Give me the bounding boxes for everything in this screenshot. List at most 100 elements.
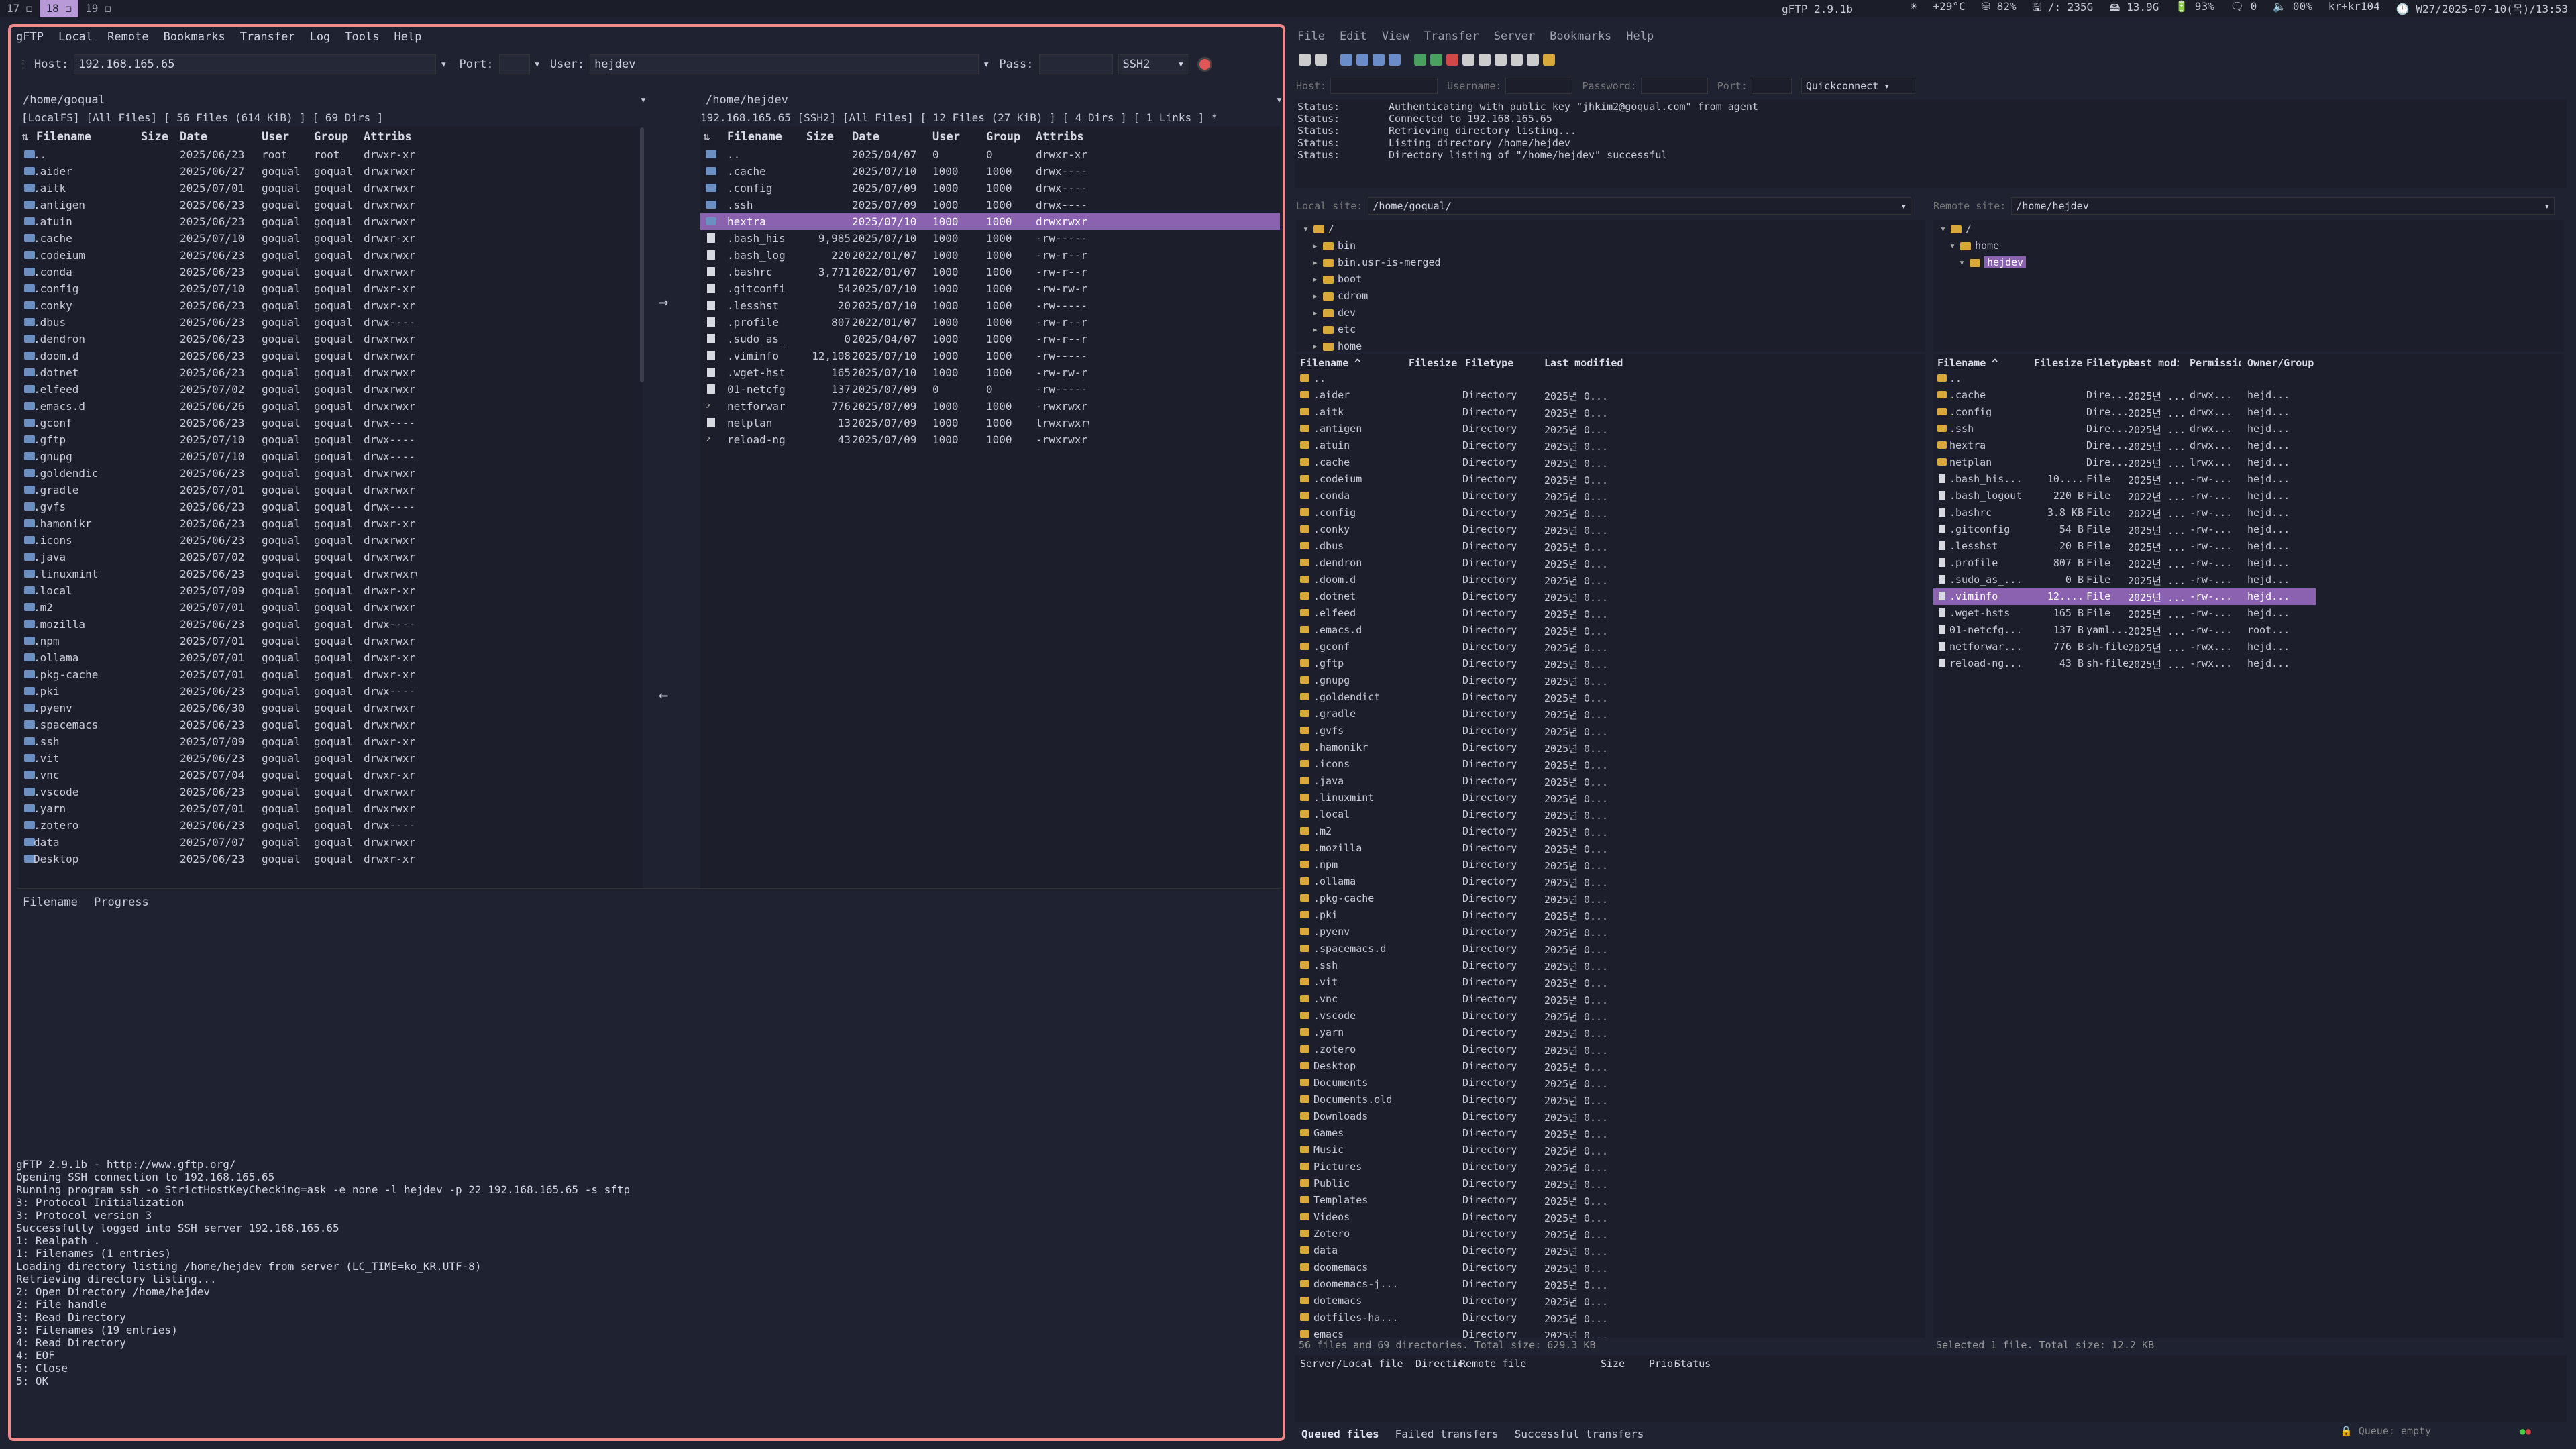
file-row[interactable]: .gftp 2025/07/10 goqual goqual drwx------ [19, 431, 636, 448]
file-row[interactable]: .vit 2025/06/23 goqual goqual drwxrwxr-x [19, 750, 636, 767]
port-dropdown-icon[interactable]: ▾ [534, 58, 541, 71]
tree-node[interactable]: ▾ home [1949, 239, 2352, 256]
file-row[interactable]: 01-netcfg... 137 Byaml... 2025년 ... -rw-...… [1933, 622, 2316, 639]
menu-help[interactable]: Help [394, 30, 421, 44]
local-file-table[interactable]: Filename ^ Filesize Filetype Last modified.… [1296, 354, 1925, 1338]
file-row[interactable]: .pyenv 2025/06/30 goqual goqual drwxrwxr-x [19, 700, 636, 716]
file-row[interactable]: .. [1933, 370, 2316, 387]
file-row[interactable]: .sudo_as_ 02025/04/07 1000 1000 -rw-r--r-- [700, 331, 1280, 347]
process-queue-icon[interactable] [1430, 54, 1442, 66]
file-row[interactable]: .vit Directory 2025년 0... [1296, 974, 1925, 991]
menu-transfer[interactable]: Transfer [240, 30, 295, 44]
file-row[interactable]: Videos Directory 2025년 0... [1296, 1209, 1925, 1226]
qc-host-input[interactable] [1330, 78, 1438, 94]
menu-file[interactable]: File [1297, 30, 1325, 43]
toggle-remote-tree-icon[interactable] [1373, 54, 1385, 66]
file-row[interactable]: .codeium 2025/06/23 goqual goqual drwxrwxr-x [19, 247, 636, 264]
tree-node[interactable]: ▸ bin [1312, 239, 1715, 256]
file-row[interactable]: .pki Directory 2025년 0... [1296, 907, 1925, 924]
tree-node[interactable]: ▾ / [1940, 223, 2343, 239]
col-header-filename[interactable]: Filename [36, 130, 91, 144]
message-log[interactable]: Status: Authenticating with public key "j… [1295, 99, 2567, 188]
remote-site-combo[interactable]: /home/hejdev ▾ [2011, 197, 2555, 215]
file-row[interactable]: .pkg-cache Directory 2025년 0... [1296, 890, 1925, 907]
file-row[interactable]: doomemacs-j... Directory 2025년 0... [1296, 1276, 1925, 1293]
protocol-select[interactable]: SSH2 ▾ [1118, 54, 1189, 74]
file-row[interactable]: hextra 2025/07/10 1000 1000 drwxrwxr-x [700, 213, 1280, 230]
file-row[interactable]: .zotero Directory 2025년 0... [1296, 1041, 1925, 1058]
expander-icon[interactable]: ▸ [1312, 340, 1323, 352]
file-row[interactable]: .lesshst 20 B File 2025년 ... -rw-... hejd... [1933, 538, 2316, 555]
col-header-size[interactable]: Size [806, 130, 834, 144]
file-row[interactable]: .bash_log 2202022/01/07 1000 1000 -rw-r--r-- [700, 247, 1280, 264]
host-dropdown-icon[interactable]: ▾ [440, 58, 447, 71]
file-row[interactable]: .dotnet 2025/06/23 goqual goqual drwxrwxr-x [19, 364, 636, 381]
file-row[interactable]: .hamonikr 2025/06/23 goqual goqual drwxr-xr-… [19, 515, 636, 532]
transfer-list[interactable]: Filename Progress [17, 888, 1280, 1136]
file-row[interactable]: .ssh Directory 2025년 0... [1296, 957, 1925, 974]
refresh-icon[interactable] [1414, 54, 1426, 66]
queue-col-header[interactable]: Remote file [1460, 1358, 1594, 1370]
queue-col-header[interactable]: Priority [1649, 1358, 1676, 1370]
file-row[interactable]: .local 2025/07/09 goqual goqual drwxr-xr-x [19, 582, 636, 599]
file-row[interactable]: .gftp Directory 2025년 0... [1296, 655, 1925, 672]
file-row[interactable]: .dbus Directory 2025년 0... [1296, 538, 1925, 555]
file-row[interactable]: Downloads Directory 2025년 0... [1296, 1108, 1925, 1125]
file-row[interactable]: .profile 8072022/01/07 1000 1000 -rw-r--r-- [700, 314, 1280, 331]
remote-file-table[interactable]: Filename ^FilesizeFiletypeLast modifiedP… [1933, 354, 2564, 1338]
file-row[interactable]: Documents.old Directory 2025년 0... [1296, 1091, 1925, 1108]
transfer-col-progress[interactable]: Progress [94, 896, 149, 909]
file-row[interactable]: .config 2025/07/09 1000 1000 drwx------ [700, 180, 1280, 197]
remote-file-list[interactable]: ⇅ Filename Size Date User Group Attribs.. 2025/… [700, 126, 1280, 892]
file-row[interactable]: .dendron Directory 2025년 0... [1296, 555, 1925, 572]
file-row[interactable]: .wget-hst 1652025/07/10 1000 1000 -rw-rw-r-- [700, 364, 1280, 381]
file-row[interactable]: .icons Directory 2025년 0... [1296, 756, 1925, 773]
file-row[interactable]: netplan 132025/07/09 1000 1000 lrwxrwxrwx [700, 415, 1280, 431]
file-row[interactable]: Zotero Directory 2025년 0... [1296, 1226, 1925, 1242]
file-row[interactable]: .hamonikr Directory 2025년 0... [1296, 739, 1925, 756]
col-header[interactable]: Last modified [2128, 357, 2179, 369]
file-row[interactable]: .ssh Dire... 2025년 ... drwx... hejd... [1933, 421, 2316, 437]
file-row[interactable]: .emacs.d 2025/06/26 goqual goqual drwxrwxr-x [19, 398, 636, 415]
transfer-queue[interactable]: Server/Local fileDirectionRemote file Siz… [1295, 1355, 2567, 1422]
file-row[interactable]: .config Directory 2025년 0... [1296, 504, 1925, 521]
file-row[interactable]: .mozilla 2025/06/23 goqual goqual drwx------ [19, 616, 636, 633]
file-row[interactable]: .ollama 2025/07/01 goqual goqual drwxr-xr-x [19, 649, 636, 666]
file-row[interactable]: Templates Directory 2025년 0... [1296, 1192, 1925, 1209]
file-row[interactable]: .config 2025/07/10 goqual goqual drwxr-xr-x [19, 280, 636, 297]
pass-input[interactable] [1038, 54, 1113, 74]
user-input[interactable]: hejdev [590, 54, 979, 74]
tab-failed-transfers[interactable]: Failed transfers [1395, 1428, 1499, 1440]
port-input[interactable] [498, 54, 530, 74]
host-input[interactable]: 192.168.165.65 [74, 54, 437, 74]
file-row[interactable]: .mozilla Directory 2025년 0... [1296, 840, 1925, 857]
col-header[interactable]: Owner/Group [2247, 357, 2328, 369]
file-row[interactable]: hextra Dire... 2025년 ... drwx... hejd... [1933, 437, 2316, 454]
file-row[interactable]: .goldendict Directory 2025년 0... [1296, 689, 1925, 706]
file-row[interactable]: .gitconfi 542025/07/10 1000 1000 -rw-rw-r-- [700, 280, 1280, 297]
reconnect-icon[interactable] [1479, 54, 1491, 66]
workspace-2[interactable]: 18 ◻ [39, 0, 79, 17]
dropdown-icon[interactable] [1315, 54, 1327, 66]
file-row[interactable]: .gvfs Directory 2025년 0... [1296, 722, 1925, 739]
file-row[interactable]: .pkg-cache 2025/07/01 goqual goqual drwxr-xr… [19, 666, 636, 683]
tree-node[interactable]: ▸ etc [1312, 323, 1715, 340]
log-view[interactable]: gFTP 2.9.1b - http://www.gftp.org/Openin… [16, 1131, 1280, 1438]
file-row[interactable]: .conky 2025/06/23 goqual goqual drwxr-xr-x [19, 297, 636, 314]
menu-edit[interactable]: Edit [1340, 30, 1367, 43]
col-header-filename[interactable]: Filename [727, 130, 782, 144]
file-row[interactable]: .m2 Directory 2025년 0... [1296, 823, 1925, 840]
file-row[interactable]: .bashrc 3,7712022/01/07 1000 1000 -rw-r--r-- [700, 264, 1280, 280]
tab-successful-transfers[interactable]: Successful transfers [1515, 1428, 1644, 1440]
file-row[interactable]: .cache 2025/07/10 1000 1000 drwx------ [700, 163, 1280, 180]
file-row[interactable]: .profile 807 B File 2022년 ... -rw-... hejd... [1933, 555, 2316, 572]
local-scrollbar[interactable] [640, 127, 644, 382]
queue-col-header[interactable]: Size [1601, 1358, 1648, 1370]
file-row[interactable]: .npm 2025/07/01 goqual goqual drwxrwxr-x [19, 633, 636, 649]
file-row[interactable]: .conda Directory 2025년 0... [1296, 488, 1925, 504]
menu-remote[interactable]: Remote [107, 30, 148, 44]
tree-node[interactable]: ▾ hejdev [1959, 256, 2361, 273]
file-row[interactable]: .dotnet Directory 2025년 0... [1296, 588, 1925, 605]
file-row[interactable]: .gradle Directory 2025년 0... [1296, 706, 1925, 722]
file-row[interactable]: .wget-hsts 165 B File 2025년 ... -rw-... hejd.… [1933, 605, 2316, 622]
